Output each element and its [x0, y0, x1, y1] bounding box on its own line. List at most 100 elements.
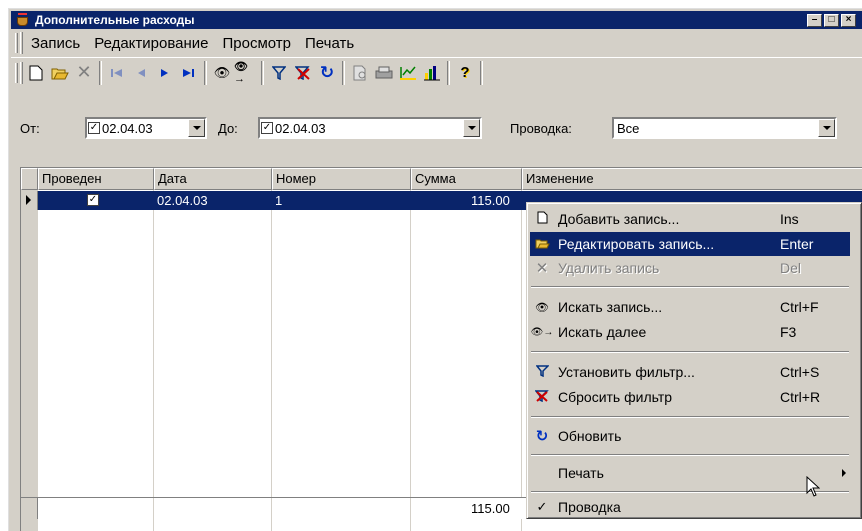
row-date: 02.04.03 — [157, 193, 208, 208]
to-date-picker[interactable]: ✓ 02.04.03 — [258, 117, 482, 139]
from-dropdown-arrow[interactable] — [188, 119, 205, 137]
posting-select[interactable]: Все — [612, 117, 837, 139]
menu-separator — [531, 286, 849, 288]
menu-refresh[interactable]: ↻ Обновить — [530, 424, 850, 448]
row-number: 1 — [275, 193, 283, 208]
last-record-icon[interactable] — [177, 61, 201, 85]
maximize-button[interactable]: □ — [824, 13, 839, 27]
menu-find-next-shortcut: F3 — [780, 324, 797, 340]
window-title: Дополнительные расходы — [35, 13, 195, 27]
context-menu: Добавить запись... Ins Редактировать зап… — [526, 202, 862, 519]
open-folder-icon[interactable] — [48, 61, 72, 85]
menu-find-label: Искать запись... — [558, 299, 663, 315]
from-date-value: 02.04.03 — [102, 120, 153, 136]
column-divider — [271, 190, 272, 531]
toolbar-separator — [342, 60, 345, 85]
print-preview-icon[interactable] — [348, 61, 372, 85]
app-icon — [15, 13, 31, 27]
delete-icon[interactable]: ✕ — [72, 61, 96, 85]
menu-reset-filter-shortcut: Ctrl+R — [780, 389, 821, 405]
row-sum: 115.00 — [471, 193, 510, 208]
menu-print[interactable]: Печать — [298, 35, 361, 52]
binoculars-icon: 👁 — [535, 301, 549, 314]
col-number-header[interactable]: Номер — [272, 168, 411, 190]
first-record-icon[interactable] — [105, 61, 129, 85]
printer-icon[interactable] — [372, 61, 396, 85]
menu-delete-label: Удалить запись — [558, 260, 660, 276]
menu-bar: Запись Редактирование Просмотр Печать — [11, 30, 862, 56]
filter-icon[interactable] — [267, 61, 291, 85]
posting-dropdown-arrow[interactable] — [818, 119, 835, 137]
menu-add-shortcut: Ins — [780, 211, 799, 227]
menu-separator — [531, 491, 849, 493]
col-posted-header[interactable]: Проведен — [38, 168, 154, 190]
toolbar: ✕ 👁 👁→ ↻ ? — [11, 57, 862, 87]
toolbar-separator — [261, 60, 264, 85]
col-date-header[interactable]: Дата — [154, 168, 272, 190]
prev-record-icon[interactable] — [129, 61, 153, 85]
next-record-icon[interactable] — [153, 61, 177, 85]
grid-corner — [21, 168, 38, 190]
menubar-grip[interactable] — [15, 33, 18, 53]
menu-set-filter[interactable]: Установить фильтр... Ctrl+S — [530, 360, 850, 384]
menu-find-next[interactable]: 👁→ Искать далее F3 — [530, 320, 850, 344]
to-dropdown-arrow[interactable] — [463, 119, 480, 137]
menu-posting-toggle[interactable]: ✓ Проводка — [530, 495, 850, 519]
menu-reset-filter-label: Сбросить фильтр — [558, 389, 673, 405]
report-icon[interactable] — [396, 61, 420, 85]
from-label: От: — [20, 121, 40, 136]
toolbar-separator — [204, 60, 207, 85]
posting-label: Проводка: — [510, 121, 572, 136]
toolbar-grip[interactable] — [15, 62, 18, 83]
toolbar-separator — [99, 60, 102, 85]
menu-set-filter-shortcut: Ctrl+S — [780, 364, 820, 380]
col-change-header[interactable]: Изменение — [522, 168, 862, 190]
chart-icon[interactable] — [420, 61, 444, 85]
column-divider — [521, 190, 522, 531]
column-divider — [153, 190, 154, 531]
col-sum-header[interactable]: Сумма — [411, 168, 522, 190]
close-button[interactable]: × — [841, 13, 856, 27]
menu-find-record[interactable]: 👁 Искать запись... Ctrl+F — [530, 295, 850, 319]
menu-edit-label: Редактировать запись... — [558, 236, 715, 252]
open-folder-icon — [530, 237, 554, 252]
menu-find-shortcut: Ctrl+F — [780, 299, 819, 315]
submenu-arrow-icon — [842, 469, 846, 477]
menu-record[interactable]: Запись — [24, 35, 87, 52]
mouse-cursor-icon — [806, 476, 820, 497]
help-icon[interactable]: ? — [453, 61, 477, 85]
filter-icon — [530, 364, 554, 380]
menu-add-label: Добавить запись... — [558, 211, 680, 227]
toolbar-separator — [447, 60, 450, 85]
menu-print-label: Печать — [558, 465, 604, 481]
menu-posting-label: Проводка — [558, 499, 621, 515]
from-checkbox[interactable]: ✓ — [88, 122, 100, 134]
reset-filter-icon[interactable] — [291, 61, 315, 85]
menu-edit-shortcut: Enter — [780, 236, 814, 252]
menu-edit-record[interactable]: Редактировать запись... Enter — [530, 232, 850, 256]
posted-checkbox[interactable]: ✓ — [87, 194, 99, 206]
menu-edit[interactable]: Редактирование — [87, 35, 215, 52]
menu-view[interactable]: Просмотр — [215, 35, 298, 52]
new-record-icon[interactable] — [24, 61, 48, 85]
refresh-icon[interactable]: ↻ — [315, 61, 339, 85]
column-divider — [410, 498, 411, 519]
totals-indicator — [21, 498, 38, 519]
binoculars-icon[interactable]: 👁 — [210, 61, 234, 85]
checkmark-icon: ✓ — [536, 499, 548, 514]
column-divider — [271, 498, 272, 519]
from-date-picker[interactable]: ✓ 02.04.03 — [85, 117, 207, 139]
title-bar[interactable]: Дополнительные расходы – □ × — [11, 11, 862, 29]
toolbar-grip — [20, 61, 23, 84]
find-next-icon[interactable]: 👁→ — [234, 61, 258, 85]
menu-print[interactable]: Печать — [530, 461, 850, 485]
menu-reset-filter[interactable]: Сбросить фильтр Ctrl+R — [530, 385, 850, 409]
minimize-button[interactable]: – — [807, 13, 822, 27]
menu-add-record[interactable]: Добавить запись... Ins — [530, 207, 850, 231]
menu-delete-record[interactable]: ✕ Удалить запись Del — [530, 256, 850, 280]
reset-filter-icon — [530, 389, 554, 405]
to-checkbox[interactable]: ✓ — [261, 122, 273, 134]
menu-separator — [531, 416, 849, 418]
menu-separator — [531, 351, 849, 353]
menu-delete-shortcut: Del — [780, 260, 802, 276]
